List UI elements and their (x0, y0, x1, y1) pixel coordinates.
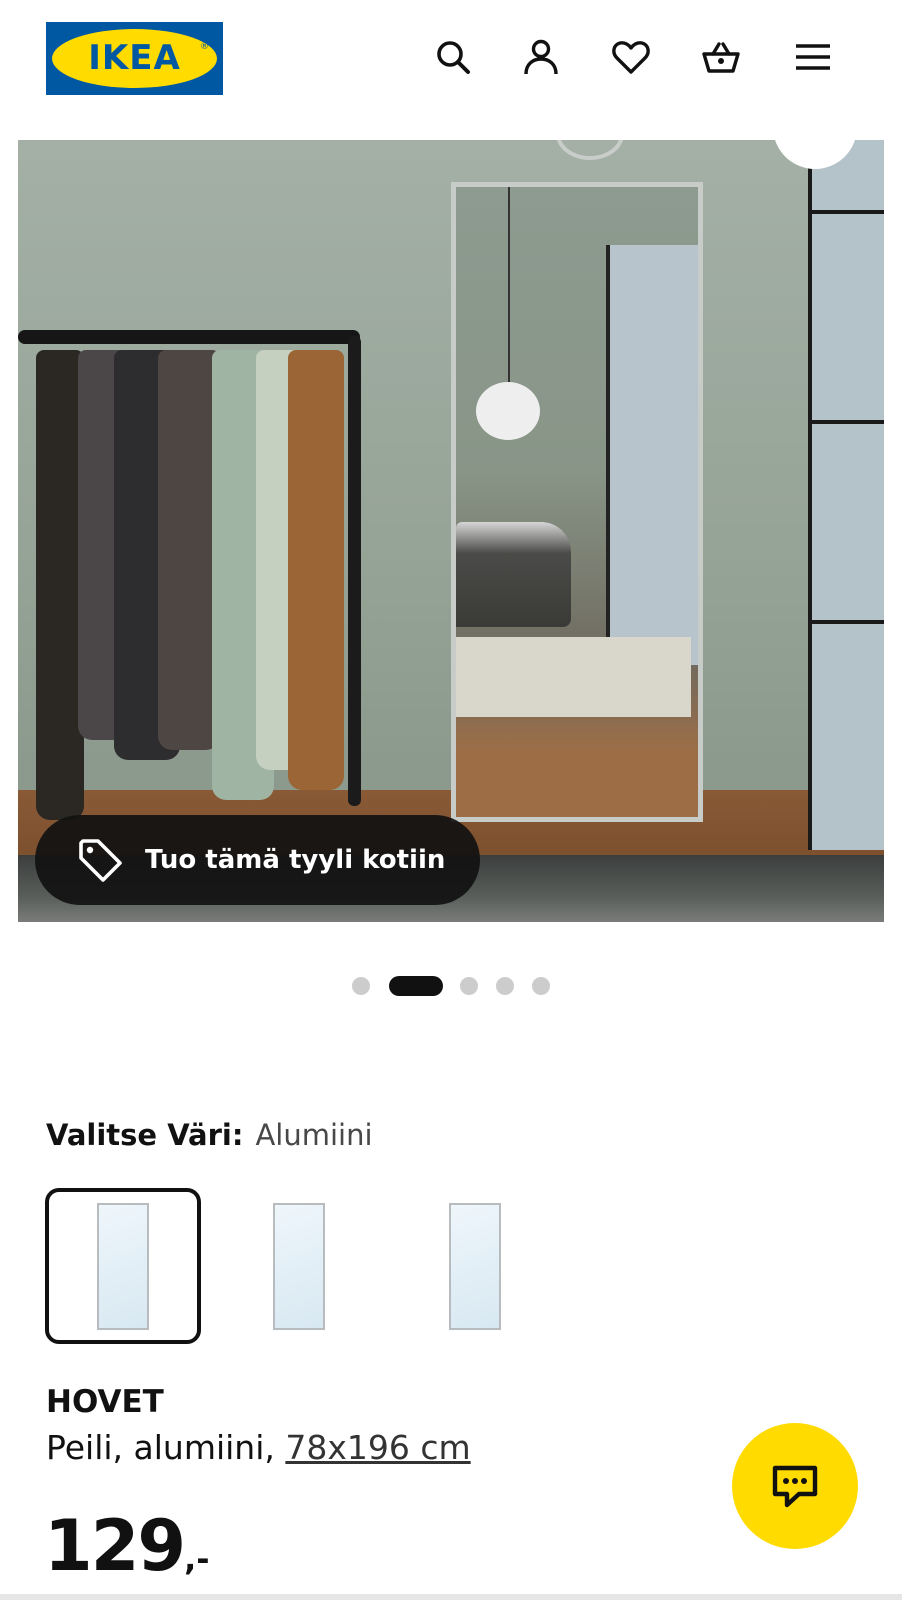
search-icon[interactable] (430, 34, 476, 80)
color-label: Valitse Väri: (46, 1118, 244, 1152)
product-price: 129,- (44, 1505, 210, 1587)
carousel-indicator (0, 976, 902, 996)
price-suffix: ,- (184, 1540, 210, 1578)
carousel-dot-active[interactable] (389, 976, 443, 996)
clothes-rack-rail (18, 330, 360, 344)
color-swatch[interactable] (221, 1188, 377, 1344)
lamp-cord (508, 187, 510, 382)
garment (36, 350, 84, 820)
price-value: 129 (44, 1505, 186, 1587)
registered-mark: ® (200, 42, 209, 52)
heart-icon[interactable] (608, 34, 654, 80)
account-icon[interactable] (518, 34, 564, 80)
garment (158, 350, 220, 750)
shop-the-look-label: Tuo tämä tyyli kotiin (145, 845, 446, 875)
hovet-mirror (451, 182, 703, 822)
size-link[interactable]: 78x196 cm (285, 1428, 470, 1467)
product-name: HOVET (46, 1384, 164, 1420)
tag-icon (79, 839, 122, 882)
bottom-divider (0, 1594, 902, 1600)
product-type: Peili, alumiini, (46, 1428, 286, 1467)
rug-reflection (456, 637, 691, 717)
basket-icon[interactable] (698, 34, 744, 80)
color-selector-heading: Valitse Väri: Alumiini (46, 1118, 373, 1152)
chat-icon (772, 1465, 818, 1508)
selected-color: Alumiini (255, 1118, 373, 1152)
shop-the-look-button[interactable]: Tuo tämä tyyli kotiin (35, 815, 480, 905)
clothes-rack-pole (348, 336, 361, 806)
logo-text: IKEA (88, 38, 181, 78)
carousel-dot[interactable] (532, 977, 550, 995)
bed-reflection (456, 522, 571, 627)
header: IKEA ® (0, 0, 902, 118)
carousel-dot[interactable] (460, 977, 478, 995)
mirror-thumbnail (449, 1202, 501, 1330)
mirror-thumbnail (97, 1202, 149, 1330)
color-swatch-selected[interactable] (45, 1188, 201, 1344)
mirror-thumbnail (273, 1202, 325, 1330)
wardrobe-door-reflection (606, 245, 698, 665)
garment (288, 350, 344, 790)
pendant-lamp (476, 382, 540, 440)
product-image[interactable] (18, 140, 884, 922)
ikea-logo[interactable]: IKEA ® (46, 22, 223, 95)
menu-icon[interactable] (790, 34, 836, 80)
wardrobe-panel (808, 140, 884, 850)
carousel-dot[interactable] (496, 977, 514, 995)
chat-button[interactable] (732, 1423, 858, 1549)
carousel-dot[interactable] (352, 977, 370, 995)
product-description: Peili, alumiini, 78x196 cm (46, 1428, 471, 1467)
color-swatch[interactable] (397, 1188, 553, 1344)
